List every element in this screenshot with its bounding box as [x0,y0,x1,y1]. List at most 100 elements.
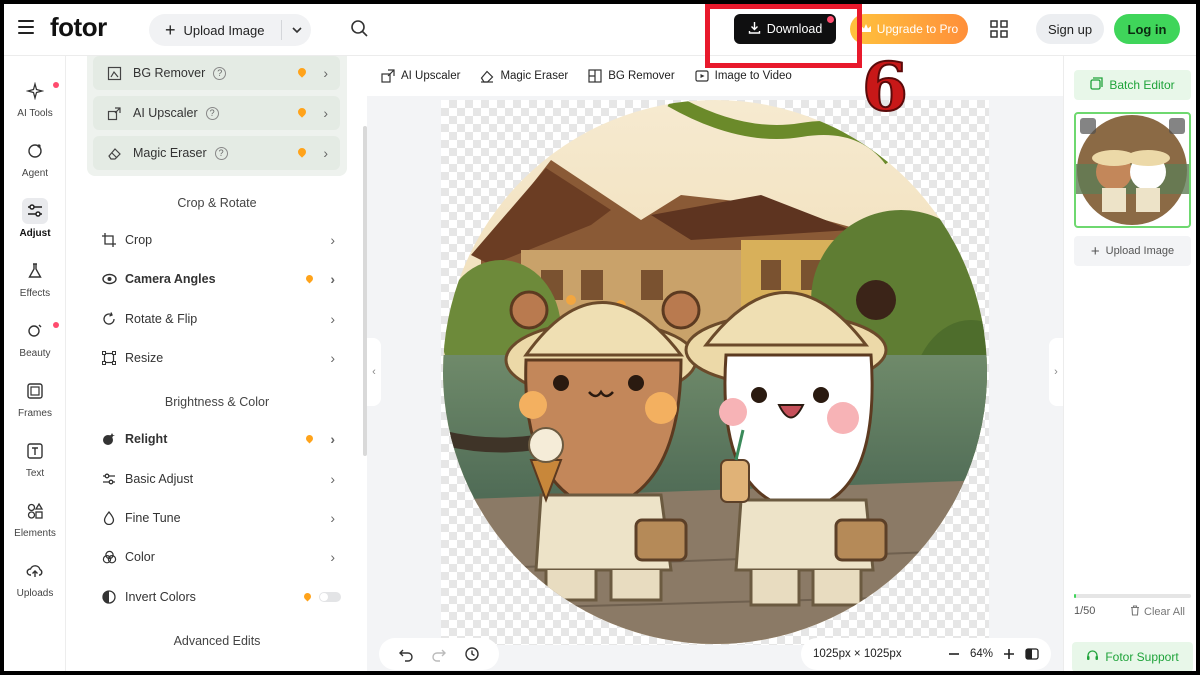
plus-icon: + [1090,242,1100,260]
rotate-icon [101,311,117,327]
magic-eraser-card[interactable]: Magic Eraser ? › [93,136,340,170]
upload-image-button-right[interactable]: + Upload Image [1074,236,1191,266]
menu-item-fine-tune[interactable]: Fine Tune › [101,505,341,531]
menu-item-rotate-flip[interactable]: Rotate & Flip › [101,306,341,332]
image-thumbnail[interactable] [1074,112,1191,228]
toolbar-ai-upscaler[interactable]: AI Upscaler [379,65,462,87]
fotor-logo[interactable]: fotor [50,12,107,43]
beauty-icon [22,318,48,344]
card-label: BG Remover [133,66,206,80]
rail-label: AI Tools [17,108,53,119]
upload-count: 1/50 [1074,605,1096,617]
toolbar-magic-eraser[interactable]: Magic Eraser [478,65,570,87]
upgrade-to-pro-button[interactable]: Upgrade to Pro [850,14,968,44]
chevron-right-icon: › [330,471,335,487]
rail-item-text[interactable]: Text [4,438,66,492]
redo-icon[interactable] [431,646,447,662]
ai-upscaler-card[interactable]: AI Upscaler ? › [93,96,340,130]
fotor-support-button[interactable]: Fotor Support [1072,642,1193,671]
frame-icon [22,378,48,404]
collapse-left-panel-button[interactable]: ‹ [367,338,381,406]
download-button[interactable]: Download [734,14,836,44]
zoom-in-icon[interactable] [1003,648,1015,660]
sparkle-icon [22,78,48,104]
rail-item-beauty[interactable]: Beauty [4,318,66,372]
rail-item-frames[interactable]: Frames [4,378,66,432]
chevron-right-icon: › [330,350,335,366]
image-dimensions: 1025px × 1025px [813,648,902,660]
invert-colors-toggle[interactable] [319,592,341,602]
menu-item-invert-colors[interactable]: Invert Colors [101,584,341,610]
menu-item-camera-angles[interactable]: Camera Angles › [101,266,341,292]
crop-icon [101,232,117,248]
collapse-right-panel-button[interactable]: › [1049,338,1063,406]
apps-grid-icon[interactable] [990,20,1008,38]
rail-label: Text [25,468,45,479]
clear-all-button[interactable]: Clear All [1130,605,1185,619]
upload-count-progress [1074,594,1191,598]
log-in-button[interactable]: Log in [1114,14,1180,44]
chevron-right-icon: › [330,431,335,447]
chevron-down-icon[interactable] [282,14,311,46]
menu-item-label: Rotate & Flip [125,312,198,326]
history-icon[interactable] [464,646,480,662]
section-title-crop-rotate: Crop & Rotate [177,196,257,210]
agent-icon [22,138,48,164]
rail-item-elements[interactable]: Elements [4,498,66,552]
menu-icon[interactable] [18,20,34,34]
zoom-controls: 1025px × 1025px 64% [801,638,1051,670]
menu-item-color[interactable]: Color › [101,544,341,570]
upgrade-label: Upgrade to Pro [876,22,959,36]
menu-item-crop[interactable]: Crop › [101,227,341,253]
rail-item-ai-tools[interactable]: AI Tools [4,78,66,132]
notification-dot [827,16,834,23]
bg-remover-card[interactable]: BG Remover ? › [93,56,340,90]
menu-item-relight[interactable]: Relight › [101,426,341,452]
batch-editor-button[interactable]: Batch Editor [1074,70,1191,100]
rail-label: Adjust [19,228,51,239]
card-label: Magic Eraser [133,146,207,160]
fotor-support-label: Fotor Support [1105,650,1179,664]
upload-image-button[interactable]: + Upload Image [149,14,281,46]
menu-item-basic-adjust[interactable]: Basic Adjust › [101,466,341,492]
help-icon[interactable]: ? [205,106,219,120]
compare-icon[interactable] [1025,647,1039,661]
zoom-level[interactable]: 64% [970,648,993,660]
help-icon[interactable]: ? [214,146,228,160]
card-label: AI Upscaler [133,106,198,120]
undo-icon[interactable] [398,646,414,662]
search-icon[interactable] [349,18,371,40]
rail-item-adjust[interactable]: Adjust [4,198,66,252]
menu-item-label: Camera Angles [125,272,216,286]
rail-label: Elements [14,528,56,539]
trash-icon[interactable] [1169,118,1185,134]
help-icon[interactable]: ? [213,66,227,80]
upload-count-progress-fill [1074,594,1077,598]
plus-icon: + [165,20,176,40]
menu-item-resize[interactable]: Resize › [101,345,341,371]
download-icon [748,21,761,37]
sign-up-button[interactable]: Sign up [1036,14,1104,44]
toolbar-label: BG Remover [608,70,675,82]
clear-all-label: Clear All [1144,606,1185,618]
canvas-area: AI Upscaler Magic Eraser BG Remover Imag… [367,56,1063,671]
menu-item-label: Resize [125,351,164,365]
rail-item-agent[interactable]: Agent [4,138,66,192]
headset-icon [1086,649,1099,665]
pro-crown-icon [296,106,308,118]
rail-item-effects[interactable]: Effects [4,258,66,312]
menu-item-label: Fine Tune [125,511,181,525]
zoom-out-icon[interactable] [948,648,960,660]
eraser-icon [107,145,123,161]
pro-crown-icon [304,433,315,444]
edited-image-circle[interactable] [441,100,989,645]
chevron-right-icon: › [330,232,335,248]
toolbar-image-to-video[interactable]: Image to Video [693,65,794,87]
rail-item-uploads[interactable]: Uploads [4,558,66,612]
notification-dot [53,322,59,328]
step-number-annotation: 6 [861,48,909,126]
layers-icon[interactable] [1080,118,1096,134]
menu-item-label: Invert Colors [125,590,196,604]
toolbar-bg-remover[interactable]: BG Remover [586,65,676,87]
color-icon [101,549,117,565]
